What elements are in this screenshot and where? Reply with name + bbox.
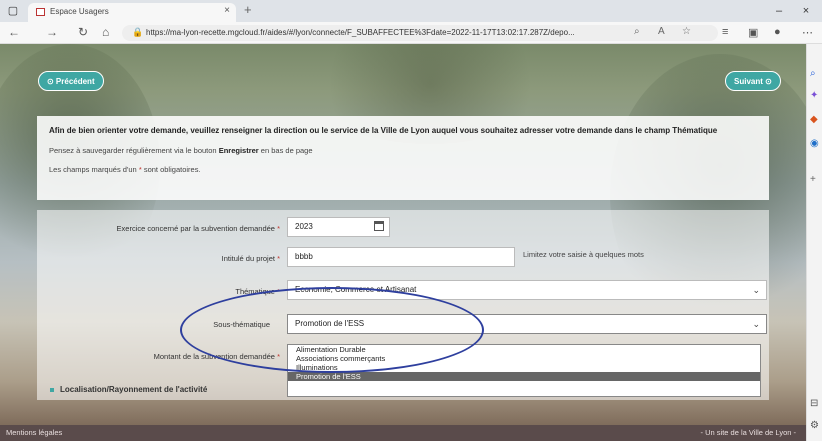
address-bar-row: ← → ↻ ⌂ 🔒 https://ma-lyon-recette.mgclou… [0,22,822,44]
minimize-icon[interactable]: – [772,4,786,18]
lock-icon[interactable]: 🔒 [132,27,143,38]
add-sidebar-icon[interactable]: + [810,174,816,185]
favorites-add-icon[interactable]: ☆ [682,26,691,37]
annotation-ellipse [180,287,484,373]
extensions-icon[interactable]: ▣ [748,26,758,39]
chevron-down-icon: ⌄ [752,285,760,295]
url-text: https://ma-lyon-recette.mgcloud.fr/aides… [146,28,575,37]
edge-sidebar: ⌕ ✦ ◆ ◉ + ⊟ ⚙ [806,44,822,441]
read-aloud-icon[interactable]: A [658,26,665,37]
info-lead: Afin de bien orienter votre demande, veu… [49,126,718,135]
url-field[interactable]: 🔒 https://ma-lyon-recette.mgcloud.fr/aid… [122,25,718,41]
search-page-icon[interactable]: ⌕ [634,26,640,37]
forward-icon[interactable]: → [46,25,58,39]
back-icon[interactable]: ← [8,25,20,39]
tab-actions-icon[interactable]: ▢ [6,4,20,18]
calendar-icon[interactable] [374,221,384,231]
intitule-label: Intitulé du projet * [221,254,280,263]
save-reminder: Pensez à sauvegarder régulièrement via l… [49,146,313,155]
settings-gear-icon[interactable]: ⚙ [810,420,819,431]
page-footer: Mentions légales - Un site de la Ville d… [0,425,806,441]
localisation-section[interactable]: Localisation/Rayonnement de l'activité [50,385,207,394]
split-screen-icon[interactable]: ⊟ [810,398,818,409]
office-icon[interactable]: ◆ [810,114,818,125]
intitule-input[interactable]: bbbb [287,247,515,267]
legal-link[interactable]: Mentions légales [6,425,62,441]
exercice-field[interactable]: 2023 [287,217,390,237]
home-icon[interactable]: ⌂ [102,25,109,39]
outlook-icon[interactable]: ◉ [810,138,819,149]
browser-tab[interactable]: Espace Usagers × [28,3,236,22]
bullet-icon [50,387,54,392]
profile-avatar-icon[interactable]: ● [774,26,781,38]
city-site-link[interactable]: - Un site de la Ville de Lyon - [701,425,796,441]
intitule-hint: Limitez votre saisie à quelques mots [523,250,644,259]
chevron-down-icon: ⌄ [752,319,760,329]
new-tab-button[interactable]: + [244,2,252,17]
exercice-label: Exercice concerné par la subvention dema… [116,224,280,233]
site-favicon-icon [36,8,45,16]
shopping-icon[interactable]: ✦ [810,90,818,101]
next-button[interactable]: Suivant ⊙ [725,71,781,91]
close-tab-icon[interactable]: × [224,5,230,16]
previous-button[interactable]: ⊙ Précédent [38,71,104,91]
browser-tab-bar: ▢ Espace Usagers × + – × [0,0,822,22]
more-menu-icon[interactable]: ⋯ [802,26,813,39]
search-sidebar-icon[interactable]: ⌕ [810,68,816,79]
info-panel: Afin de bien orienter votre demande, veu… [37,116,769,200]
collections-icon[interactable]: ≡ [722,26,728,38]
required-notice: Les champs marqués d'un * sont obligatoi… [49,165,201,174]
window-close-icon[interactable]: × [799,4,813,18]
dropdown-option-selected[interactable]: Promotion de l'ESS [288,372,760,381]
refresh-icon[interactable]: ↻ [78,25,88,39]
tab-title: Espace Usagers [50,7,109,16]
